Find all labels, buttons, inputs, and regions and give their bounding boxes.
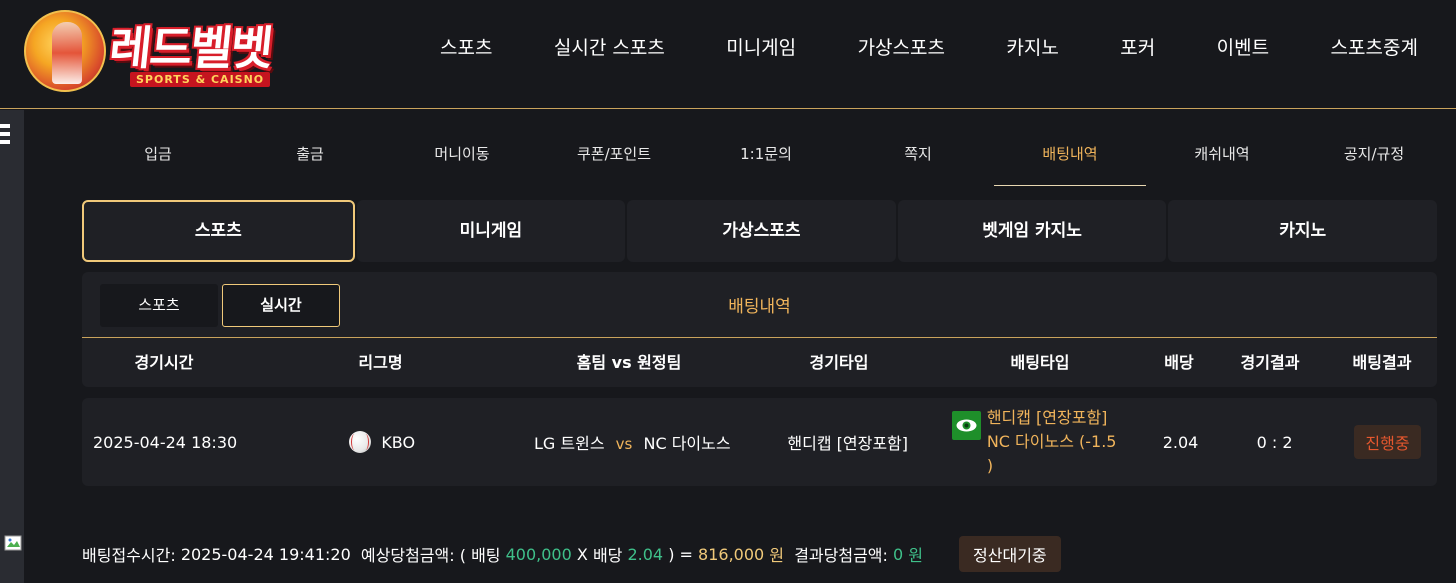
accept-time: 2025-04-24 19:41:20	[180, 544, 351, 564]
topnav-virtual-sports[interactable]: 가상스포츠	[834, 34, 969, 64]
cell-teams: LG 트윈스 vs NC 다이노스	[511, 430, 754, 454]
header-odds: 배당	[1164, 353, 1194, 372]
sub-tabs: 스포츠 실시간	[100, 284, 340, 327]
subnav-betting-history[interactable]: 배팅내역	[994, 126, 1146, 186]
header-game-time: 경기시간	[134, 353, 194, 372]
logo-emblem-icon	[24, 10, 106, 92]
cell-bet-result: 진행중	[1338, 425, 1437, 459]
eye-icon[interactable]	[951, 411, 981, 440]
bet-label: 배팅	[471, 546, 501, 565]
result-win-label: 결과당첨금액:	[794, 546, 888, 565]
topnav-live-sports[interactable]: 실시간 스포츠	[530, 34, 689, 64]
multiply-sign: X	[576, 544, 588, 564]
equals-sign: ) =	[668, 544, 693, 564]
logo-title: 레드벨벳	[106, 21, 274, 75]
cell-odds: 2.04	[1162, 432, 1199, 452]
subnav-money-transfer[interactable]: 머니이동	[386, 126, 538, 186]
header-game-result: 경기결과	[1240, 353, 1300, 372]
topnav-casino[interactable]: 카지노	[982, 34, 1082, 64]
topnav-event[interactable]: 이벤트	[1193, 34, 1293, 64]
subnav-deposit[interactable]: 입금	[82, 126, 234, 186]
vs-label: vs	[615, 435, 633, 453]
topnav-sports[interactable]: 스포츠	[416, 34, 516, 64]
header-league: 리그명	[358, 353, 403, 372]
topnav-poker[interactable]: 포커	[1096, 34, 1179, 64]
result-win-amount: 0	[893, 544, 904, 564]
subnav-cash-history[interactable]: 캐쉬내역	[1146, 126, 1298, 186]
side-drawer-strip	[0, 110, 24, 583]
cell-league: KBO	[253, 431, 511, 453]
subnav-inquiry[interactable]: 1:1문의	[690, 126, 842, 186]
expected-win-label: 예상당첨금액: (	[360, 546, 466, 565]
expected-win-amount: 816,000	[698, 544, 765, 564]
tab-virtual-sports[interactable]: 가상스포츠	[627, 200, 896, 262]
odds-value: 2.04	[627, 544, 664, 564]
betting-history-panel: 배팅내역 스포츠 실시간 경기시간 리그명 홈팀 vs 원정팀 경기타입 배팅타…	[82, 272, 1437, 387]
tab-betgame-casino[interactable]: 벳게임 카지노	[897, 200, 1167, 262]
header-game-type: 경기타입	[809, 353, 869, 372]
site-header: 레드벨벳 SPORTS & CAISNO 스포츠 실시간 스포츠 미니게임 가상…	[0, 0, 1456, 109]
settlement-pending-badge: 정산대기중	[959, 536, 1061, 572]
menu-icon[interactable]	[0, 124, 10, 146]
header-bet-type: 배팅타입	[1010, 353, 1070, 372]
header-bet-result: 배팅결과	[1352, 353, 1412, 372]
table-header: 경기시간 리그명 홈팀 vs 원정팀 경기타입 배팅타입 배당 경기결과 배팅결…	[82, 338, 1437, 387]
cell-game-time: 2025-04-24 18:30	[93, 432, 238, 452]
account-subnav: 입금 출금 머니이동 쿠폰/포인트 1:1문의 쪽지 배팅내역 캐쉬내역 공지/…	[82, 126, 1456, 186]
league-name: KBO	[381, 432, 416, 452]
subtab-sports[interactable]: 스포츠	[100, 284, 218, 327]
accept-time-label: 배팅접수시간:	[82, 546, 176, 565]
cell-game-type: 핸디캡 [연장포함]	[787, 434, 909, 453]
tab-minigame[interactable]: 미니게임	[356, 200, 626, 262]
subnav-withdraw[interactable]: 출금	[234, 126, 386, 186]
logo-subtitle: SPORTS & CAISNO	[130, 72, 271, 87]
category-tabs: 스포츠 미니게임 가상스포츠 벳게임 카지노 카지노	[82, 200, 1437, 262]
bet-type-line2: NC 다이노스 (-1.5	[986, 432, 1117, 451]
cell-game-result: 0 : 2	[1256, 432, 1293, 452]
result-currency-won: 원	[908, 546, 924, 565]
subnav-notice-rules[interactable]: 공지/규정	[1298, 126, 1450, 186]
baseball-icon	[349, 431, 372, 453]
site-logo[interactable]: 레드벨벳 SPORTS & CAISNO	[22, 4, 302, 92]
bet-summary: 배팅접수시간: 2025-04-24 19:41:20 예상당첨금액: ( 배팅…	[82, 536, 1061, 572]
odds-label: 배당	[592, 546, 623, 565]
broken-image-icon	[4, 535, 24, 553]
status-badge: 진행중	[1354, 425, 1421, 459]
topnav-minigame[interactable]: 미니게임	[702, 34, 820, 64]
table-row: 2025-04-24 18:30 KBO LG 트윈스 vs NC 다이노스 핸…	[82, 398, 1437, 486]
tab-sports[interactable]: 스포츠	[82, 200, 355, 262]
currency-won: 원	[769, 546, 785, 565]
top-navigation: 스포츠 실시간 스포츠 미니게임 가상스포츠 카지노 포커 이벤트 스포츠중계	[416, 34, 1442, 64]
subnav-messages[interactable]: 쪽지	[842, 126, 994, 186]
bet-type-line1: 핸디캡 [연장포함]	[986, 408, 1108, 427]
tab-casino[interactable]: 카지노	[1168, 200, 1437, 262]
bet-amount: 400,000	[505, 544, 572, 564]
home-team: LG 트윈스	[534, 434, 605, 453]
bet-type-line3: )	[986, 456, 994, 475]
away-team: NC 다이노스	[643, 434, 731, 453]
subtab-live[interactable]: 실시간	[222, 284, 340, 327]
header-teams: 홈팀 vs 원정팀	[576, 353, 682, 372]
cell-bet-type: 핸디캡 [연장포함] NC 다이노스 (-1.5 )	[942, 406, 1150, 478]
subnav-coupon-point[interactable]: 쿠폰/포인트	[538, 126, 690, 186]
topnav-sports-broadcast[interactable]: 스포츠중계	[1307, 34, 1442, 64]
